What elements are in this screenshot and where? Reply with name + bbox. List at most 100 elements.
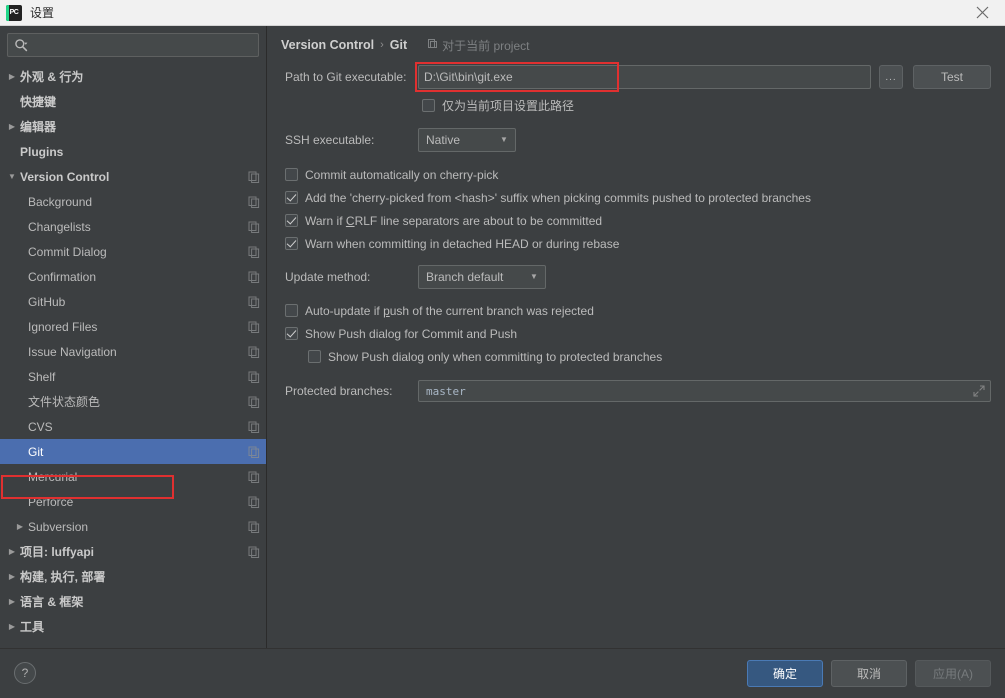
copy-settings-icon[interactable] — [248, 321, 260, 333]
copy-settings-icon[interactable] — [248, 196, 260, 208]
sidebar-item-外观-行为[interactable]: ▶ 外观 & 行为 — [0, 64, 266, 89]
pycharm-icon-text: PC — [9, 9, 19, 16]
checkbox-row[interactable]: Show Push dialog only when committing to… — [281, 345, 991, 368]
checkbox[interactable] — [285, 214, 298, 227]
chevron-right-icon[interactable]: ▶ — [4, 547, 20, 556]
protected-branches-input[interactable] — [424, 382, 973, 400]
sidebar-item-github[interactable]: ▶GitHub — [0, 289, 266, 314]
copy-settings-icon[interactable] — [248, 371, 260, 383]
cancel-button[interactable]: 取消 — [831, 659, 907, 687]
copy-settings-icon[interactable] — [248, 396, 260, 408]
sidebar-item-ignored-files[interactable]: ▶Ignored Files — [0, 314, 266, 339]
sidebar-item-项目-luffyapi[interactable]: ▶ 项目: luffyapi — [0, 539, 266, 564]
checkbox-label: Auto-update if push of the current branc… — [305, 303, 594, 318]
git-options-group-bottom: Auto-update if push of the current branc… — [281, 299, 991, 368]
pycharm-icon: PC — [6, 4, 22, 21]
checkbox-row[interactable]: Warn if CRLF line separators are about t… — [281, 209, 991, 232]
copy-settings-icon[interactable] — [248, 446, 260, 458]
sidebar-item-label: Commit Dialog — [28, 244, 107, 259]
git-path-input[interactable] — [418, 65, 871, 89]
settings-tree[interactable]: ▶外观 & 行为▶快捷键▶编辑器▶Plugins▼Version Control… — [0, 62, 266, 648]
sidebar-item-label: 外观 & 行为 — [20, 70, 84, 84]
checkbox[interactable] — [308, 350, 321, 363]
sidebar-item-subversion[interactable]: ▶ Subversion — [0, 514, 266, 539]
breadcrumb-separator: › — [380, 39, 384, 51]
search-input[interactable] — [28, 35, 252, 55]
copy-settings-icon[interactable] — [248, 421, 260, 433]
chevron-right-icon[interactable]: ▶ — [4, 122, 20, 131]
sidebar-item-mercurial[interactable]: ▶Mercurial — [0, 464, 266, 489]
copy-settings-icon[interactable] — [248, 521, 260, 533]
help-icon[interactable]: ? — [14, 662, 36, 684]
checkbox[interactable] — [285, 304, 298, 317]
project-scope-text: 对于当前 project — [442, 38, 530, 53]
sidebar-item-git[interactable]: ▶Git — [0, 439, 266, 464]
sidebar-item-语言-框架[interactable]: ▶ 语言 & 框架 — [0, 589, 266, 614]
copy-settings-icon[interactable] — [248, 471, 260, 483]
sidebar-item-background[interactable]: ▶Background — [0, 189, 266, 214]
checkbox-row[interactable]: Auto-update if push of the current branc… — [281, 299, 991, 322]
copy-settings-icon[interactable] — [248, 171, 260, 183]
sidebar-item-issue-navigation[interactable]: ▶Issue Navigation — [0, 339, 266, 364]
chevron-right-icon[interactable]: ▶ — [4, 72, 20, 81]
sidebar-item-编辑器[interactable]: ▶ 编辑器 — [0, 114, 266, 139]
ok-button[interactable]: 确定 — [747, 659, 823, 687]
sidebar-item-label: Git — [28, 444, 44, 459]
test-button[interactable]: Test — [913, 65, 991, 89]
breadcrumb-root[interactable]: Version Control — [281, 38, 374, 52]
copy-settings-icon[interactable] — [248, 271, 260, 283]
breadcrumb-current: Git — [389, 38, 408, 52]
sidebar-item-confirmation[interactable]: ▶Confirmation — [0, 264, 266, 289]
sidebar-item-文件状态颜色[interactable]: ▶文件状态颜色 — [0, 389, 266, 414]
sidebar-item-label: Version Control — [20, 169, 110, 184]
copy-settings-icon[interactable] — [248, 246, 260, 258]
chevron-right-icon[interactable]: ▶ — [4, 572, 20, 581]
checkbox[interactable] — [285, 168, 298, 181]
chevron-down-icon[interactable]: ▼ — [4, 172, 20, 181]
copy-settings-icon[interactable] — [248, 221, 260, 233]
git-options-group-top: Commit automatically on cherry-pick Add t… — [281, 163, 991, 255]
search-box[interactable] — [7, 33, 259, 57]
checkbox-row[interactable]: Warn when committing in detached HEAD or… — [281, 232, 991, 255]
sidebar-item-version-control[interactable]: ▼ Version Control — [0, 164, 266, 189]
ssh-executable-select[interactable]: Native ▼ — [418, 128, 516, 152]
checkbox[interactable] — [285, 191, 298, 204]
settings-sidebar: ▶外观 & 行为▶快捷键▶编辑器▶Plugins▼Version Control… — [0, 26, 267, 648]
protected-branches-field[interactable] — [418, 380, 991, 402]
browse-button[interactable]: ... — [879, 65, 903, 89]
checkbox-row[interactable]: Show Push dialog for Commit and Push — [281, 322, 991, 345]
sidebar-item-commit-dialog[interactable]: ▶Commit Dialog — [0, 239, 266, 264]
project-scope: 对于当前 project — [427, 37, 529, 54]
expand-icon[interactable] — [973, 385, 985, 397]
sidebar-item-工具[interactable]: ▶ 工具 — [0, 614, 266, 639]
checkbox[interactable] — [285, 237, 298, 250]
checkbox-row[interactable]: Add the 'cherry-picked from <hash>' suff… — [281, 186, 991, 209]
checkbox-row[interactable]: Commit automatically on cherry-pick — [281, 163, 991, 186]
project-path-only-checkbox[interactable] — [422, 99, 435, 112]
close-icon[interactable] — [960, 0, 1005, 26]
chevron-right-icon[interactable]: ▶ — [4, 622, 20, 631]
copy-settings-icon[interactable] — [248, 546, 260, 558]
apply-button[interactable]: 应用(A) — [915, 659, 991, 687]
chevron-right-icon[interactable]: ▶ — [4, 597, 20, 606]
copy-settings-icon[interactable] — [248, 296, 260, 308]
checkbox[interactable] — [285, 327, 298, 340]
sidebar-item-快捷键[interactable]: ▶快捷键 — [0, 89, 266, 114]
sidebar-item-cvs[interactable]: ▶CVS — [0, 414, 266, 439]
update-method-select[interactable]: Branch default ▼ — [418, 265, 546, 289]
copy-settings-icon[interactable] — [248, 496, 260, 508]
ssh-executable-value: Native — [426, 133, 461, 147]
sidebar-item-构建-执行-部署[interactable]: ▶ 构建, 执行, 部署 — [0, 564, 266, 589]
project-path-only-label: 仅为当前项目设置此路径 — [442, 99, 575, 113]
git-path-row: Path to Git executable: ... Test — [281, 62, 991, 92]
chevron-down-icon: ▼ — [500, 135, 508, 144]
sidebar-item-label: Plugins — [20, 144, 64, 159]
sidebar-item-plugins[interactable]: ▶Plugins — [0, 139, 266, 164]
copy-settings-icon[interactable] — [248, 346, 260, 358]
sidebar-item-shelf[interactable]: ▶Shelf — [0, 364, 266, 389]
project-path-only-row[interactable]: 仅为当前项目设置此路径 — [418, 94, 991, 117]
footer-buttons: 确定 取消 应用(A) — [747, 659, 991, 687]
sidebar-item-changelists[interactable]: ▶Changelists — [0, 214, 266, 239]
sidebar-item-perforce[interactable]: ▶Perforce — [0, 489, 266, 514]
chevron-right-icon[interactable]: ▶ — [12, 522, 28, 531]
